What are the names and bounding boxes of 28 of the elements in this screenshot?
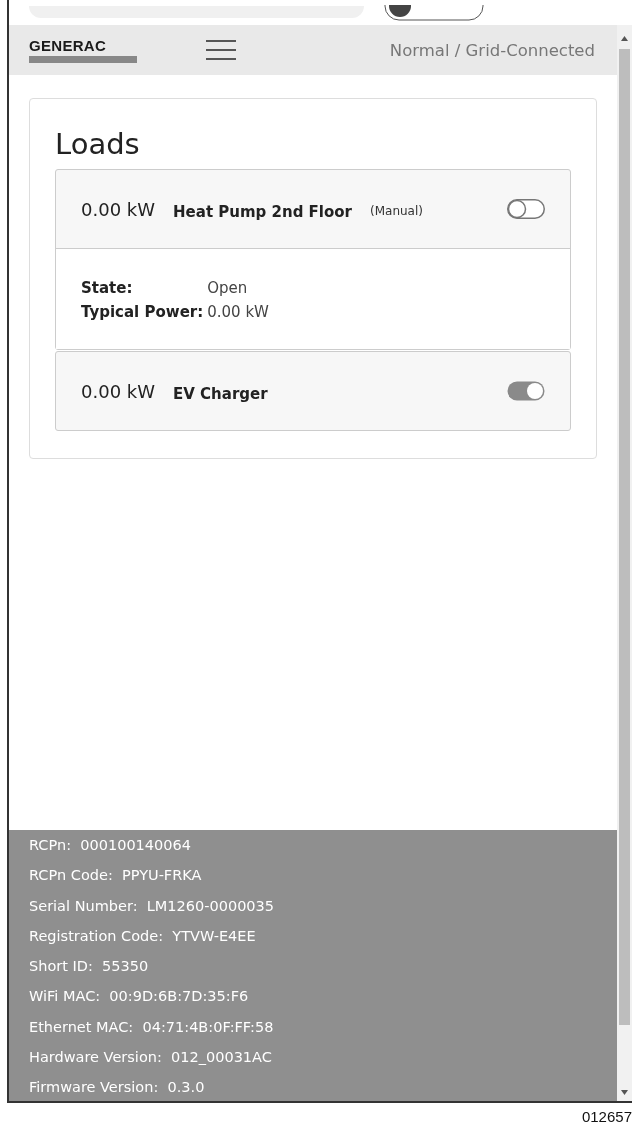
device-info-line: Registration Code: YTVW-E4EE: [29, 926, 257, 946]
menu-icon[interactable]: [205, 39, 237, 61]
mode-label: (Manual): [370, 204, 423, 218]
device-info-line: Hardware Version: 012_00031AC: [29, 1047, 273, 1067]
detail-value: Open: [207, 279, 249, 297]
device-info-line: RCPn Code: PPYU-FRKA: [29, 866, 203, 886]
load-name: EV Charger: [173, 385, 268, 403]
toggle-switch[interactable]: [507, 381, 545, 401]
detail-label: State:: [81, 279, 134, 297]
browser-toggle-icon[interactable]: [384, 4, 484, 21]
generac-logo: GENERAC: [29, 37, 137, 63]
power-reading: 0.00 kW: [81, 198, 156, 220]
detail-label: Typical Power:: [81, 303, 204, 321]
figure-number: 012657: [581, 1108, 632, 1125]
toggle-switch[interactable]: [507, 199, 545, 219]
status-text: Normal / Grid-Connected: [389, 40, 595, 60]
device-info-line: Firmware Version: 0.3.0: [29, 1078, 206, 1097]
device-info-line: Serial Number: LM1260-0000035: [29, 896, 276, 916]
device-info-line: RCPn: 000100140064: [29, 836, 192, 855]
device-info-line: WiFi MAC: 00:9D:6B:7D:35:F6: [29, 987, 250, 1007]
load-card[interactable]: 0.00 kW EV Charger: [55, 351, 571, 431]
device-info-line: Ethernet MAC: 04:71:4B:0F:FF:58: [29, 1017, 275, 1037]
device-info-line: Short ID: 55350: [29, 957, 150, 976]
detail-value: 0.00 kW: [207, 303, 269, 321]
load-name: Heat Pump 2nd Floor: [173, 203, 352, 221]
page-title: Loads: [55, 127, 141, 161]
power-reading: 0.00 kW: [81, 380, 156, 402]
load-card[interactable]: 0.00 kW Heat Pump 2nd Floor (Manual) State: Open Typical Power: 0.00 kW: [55, 169, 571, 350]
